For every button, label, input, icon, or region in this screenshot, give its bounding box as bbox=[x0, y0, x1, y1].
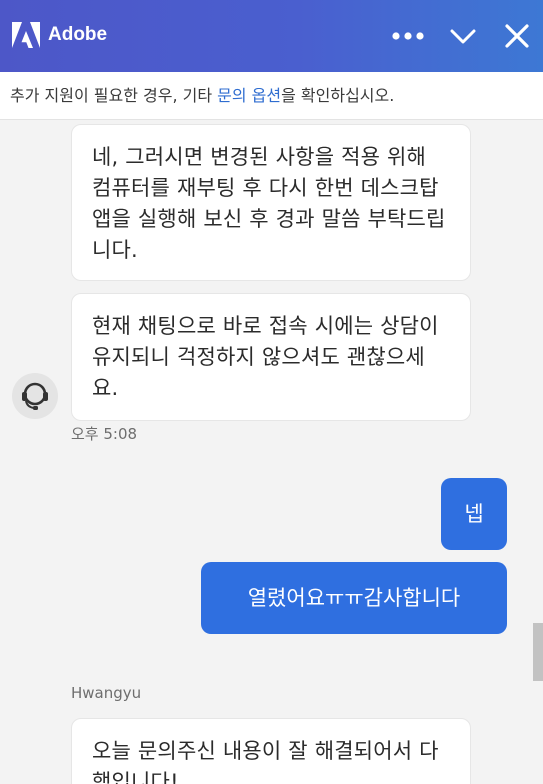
contact-options-link[interactable]: 문의 옵션 bbox=[217, 86, 281, 105]
chat-header: Adobe bbox=[0, 0, 543, 72]
notice-prefix: 추가 지원이 필요한 경우, 기타 bbox=[10, 86, 218, 105]
agent-message: 현재 채팅으로 바로 접속 시에는 상담이 유지되니 걱정하지 않으셔도 괜찮으… bbox=[71, 293, 471, 421]
chevron-down-icon bbox=[450, 29, 476, 44]
scrollbar-thumb[interactable] bbox=[533, 623, 543, 681]
more-options-button[interactable] bbox=[390, 18, 426, 54]
brand: Adobe bbox=[12, 22, 107, 48]
agent-avatar bbox=[12, 373, 58, 419]
agent-message: 오늘 문의주신 내용이 잘 해결되어서 다행입니다! bbox=[71, 718, 471, 784]
user-message: 열렸어요ㅠㅠ감사합니다 bbox=[201, 562, 507, 634]
notice-suffix: 을 확인하십시오. bbox=[281, 86, 395, 105]
chat-transcript[interactable]: 네, 그러시면 변경된 사항을 적용 위해 컴퓨터를 재부팅 후 다시 한번 데… bbox=[0, 121, 543, 784]
more-horizontal-icon bbox=[392, 32, 424, 40]
user-message: 넵 bbox=[441, 478, 507, 550]
close-icon bbox=[505, 24, 529, 48]
sender-name: Hwangyu bbox=[71, 684, 142, 702]
close-button[interactable] bbox=[499, 18, 535, 54]
support-notice: 추가 지원이 필요한 경우, 기타 문의 옵션을 확인하십시오. bbox=[0, 72, 543, 120]
brand-name: Adobe bbox=[48, 24, 108, 45]
message-timestamp: 오후 5:08 bbox=[71, 425, 138, 443]
adobe-logo-icon bbox=[12, 22, 40, 48]
headset-icon bbox=[22, 382, 48, 410]
agent-message: 네, 그러시면 변경된 사항을 적용 위해 컴퓨터를 재부팅 후 다시 한번 데… bbox=[71, 124, 471, 281]
minimize-button[interactable] bbox=[445, 18, 481, 54]
